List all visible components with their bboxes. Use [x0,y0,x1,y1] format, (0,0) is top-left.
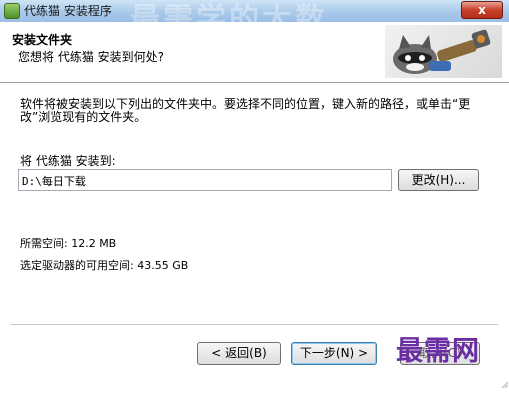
back-button[interactable]: < 返回(B) [197,342,281,365]
space-available-text: 选定驱动器的可用空间: 43.55 GB [20,259,189,272]
install-location-label: 将 代练猫 安装到: [20,154,116,168]
raccoon-mascot-icon [385,25,502,78]
brand-watermark: 最需网 [396,336,480,367]
install-description: 软件将被安装到以下列出的文件夹中。要选择不同的位置，键入新的路径，或单击“更改”… [20,97,471,124]
page-header: 安装文件夹 您想将 代练猫 安装到何处? [0,22,509,83]
page-title: 安装文件夹 [12,33,73,47]
footer-divider [10,324,498,325]
window-title: 代练猫 安装程序 [24,4,112,18]
page-subtitle: 您想将 代练猫 安装到何处? [18,50,164,64]
change-folder-button[interactable]: 更改(H)... [398,169,479,191]
title-bar[interactable]: 代练猫 安装程序 最需学的大数 x [0,0,509,37]
install-path-input[interactable]: D:\每日下载 [18,169,392,191]
resize-grip[interactable] [499,374,509,389]
space-required-text: 所需空间: 12.2 MB [20,237,117,250]
close-button[interactable]: x [461,1,503,19]
next-button[interactable]: 下一步(N) > [291,342,377,365]
close-icon: x [478,3,486,17]
installer-app-icon [4,3,20,19]
